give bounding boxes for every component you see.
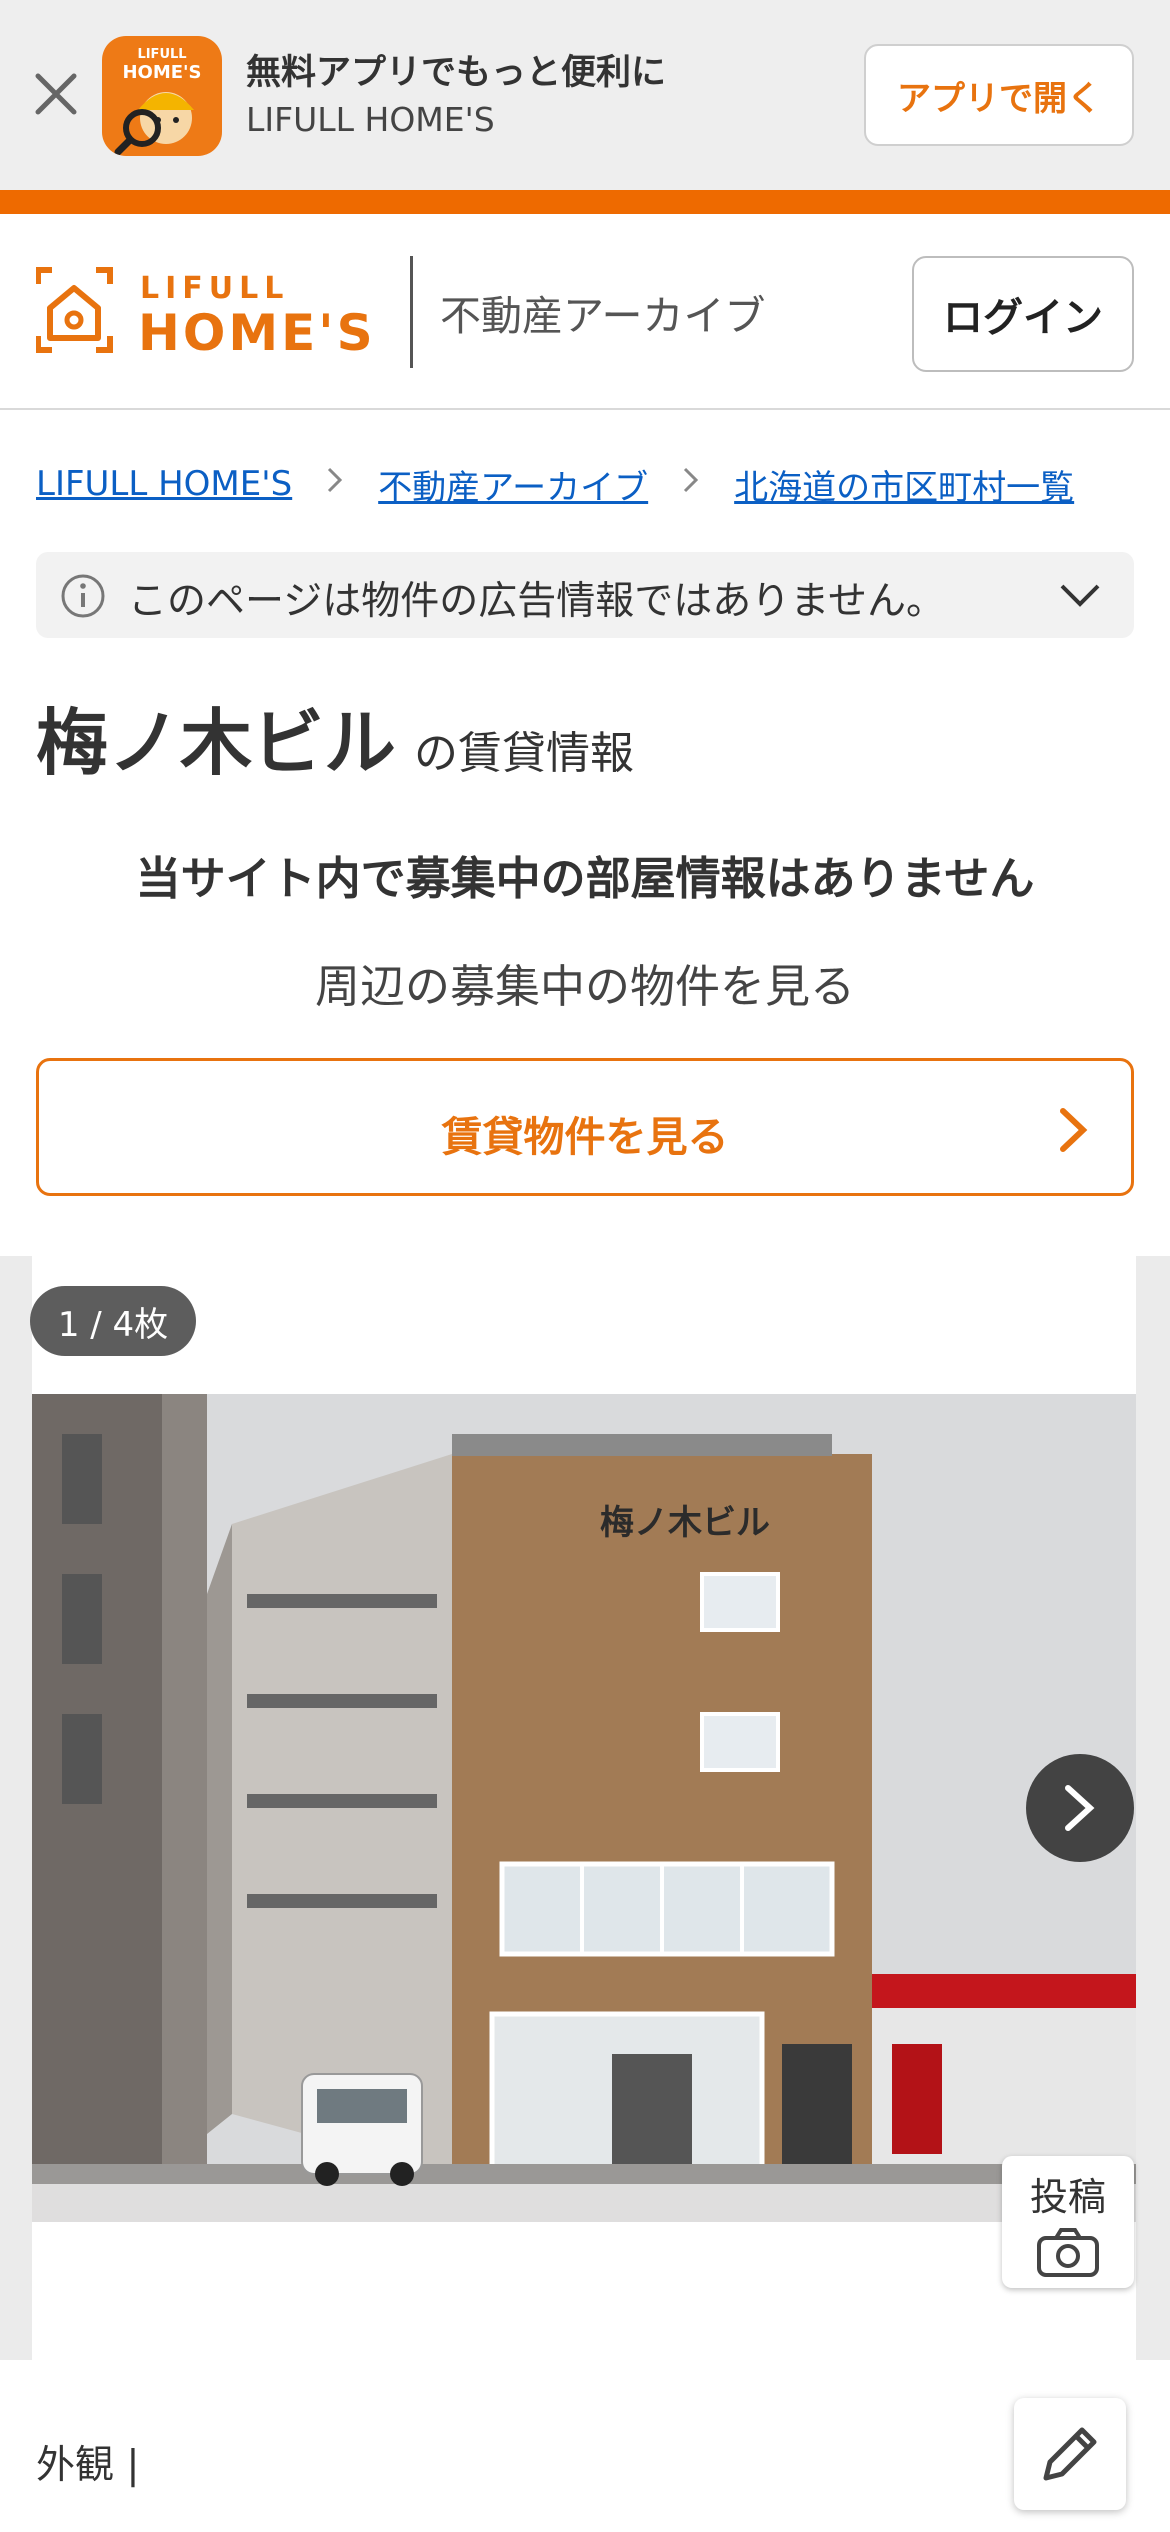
breadcrumb-item-archive[interactable]: 不動産アーカイブ	[378, 460, 648, 509]
photo-caption: 外観 |	[36, 2443, 140, 2488]
notice-text: このページは物件の広告情報ではありません。	[128, 579, 946, 624]
info-icon	[61, 574, 105, 618]
gallery-edge-right	[1136, 1256, 1170, 2360]
header-section-title[interactable]: 不動産アーカイブ	[440, 282, 766, 342]
accent-bar	[0, 190, 1170, 214]
chevron-right-icon	[648, 464, 734, 504]
app-install-banner: LIFULL HOME'S 無料アプリでもっと便利に LIFULL HOME'S…	[0, 0, 1170, 190]
nearby-heading: 周辺の募集中の物件を見る	[314, 960, 855, 1013]
gallery-edge-left	[0, 1256, 32, 2360]
logo-text-bottom: HOME'S	[138, 304, 376, 358]
login-button[interactable]: ログイン	[912, 256, 1134, 372]
header-divider	[410, 256, 413, 368]
chevron-right-icon	[1065, 1785, 1095, 1831]
chevron-right-icon	[1060, 1108, 1088, 1152]
edit-button[interactable]	[1014, 2398, 1126, 2510]
photo-counter: 1 / 4枚	[30, 1286, 196, 1356]
chevron-right-icon	[292, 464, 378, 504]
pencil-icon	[1043, 2427, 1097, 2481]
page-title: 梅ノ木ビル の賃貸情報	[36, 684, 634, 789]
camera-icon	[1037, 2228, 1099, 2277]
gallery-next-button[interactable]	[1026, 1754, 1134, 1862]
view-rentals-button[interactable]: 賃貸物件を見る	[36, 1058, 1134, 1196]
banner-title: 無料アプリでもっと便利に	[246, 53, 667, 93]
open-in-app-button[interactable]: アプリで開く	[864, 44, 1134, 146]
banner-subtitle: LIFULL HOME'S	[246, 100, 495, 139]
site-header: LIFULL HOME'S 不動産アーカイブ ログイン	[0, 214, 1170, 410]
close-icon[interactable]	[28, 66, 84, 122]
breadcrumb-item-home[interactable]: LIFULL HOME'S	[36, 464, 292, 504]
ad-notice[interactable]: このページは物件の広告情報ではありません。	[36, 552, 1134, 638]
building-sign: 梅ノ木ビル	[600, 1503, 770, 1543]
logo-text-top: LIFULL	[140, 271, 289, 306]
photo-gallery: 1 / 4枚 梅ノ木ビル 投稿	[0, 1256, 1170, 2360]
breadcrumb: LIFULL HOME'S 不動産アーカイブ 北海道の市区町村一覧	[36, 456, 1146, 512]
property-title-suffix: の賃貸情報	[414, 728, 635, 779]
post-photo-label: 投稿	[1029, 2175, 1106, 2219]
post-photo-button[interactable]: 投稿	[1002, 2156, 1134, 2288]
view-rentals-label: 賃貸物件を見る	[441, 1113, 729, 1161]
property-name: 梅ノ木ビル	[36, 701, 397, 785]
breadcrumb-item-hokkaido[interactable]: 北海道の市区町村一覧	[734, 460, 1074, 509]
building-photo[interactable]: 梅ノ木ビル	[32, 1394, 1136, 2222]
app-icon: LIFULL HOME'S	[102, 36, 222, 156]
no-rooms-message: 当サイト内で募集中の部屋情報はありません	[135, 852, 1035, 905]
chevron-down-icon	[1060, 584, 1100, 607]
lifull-homes-logo[interactable]: LIFULL HOME'S	[35, 266, 376, 362]
